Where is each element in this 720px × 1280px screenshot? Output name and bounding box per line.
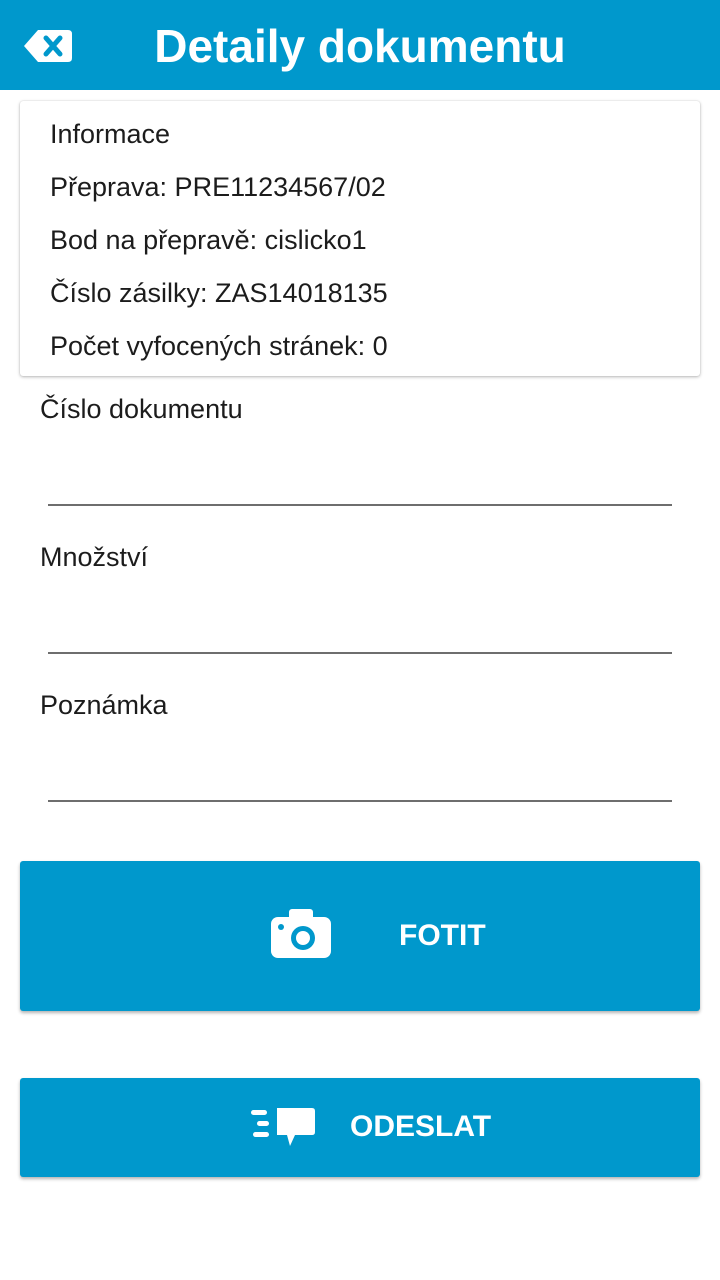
info-heading: Informace [50, 119, 171, 149]
info-photo-count: Počet vyfocených stránek: 0 [50, 331, 388, 361]
back-button[interactable] [22, 28, 74, 64]
quantity-label: Množství [40, 542, 149, 572]
document-number-input[interactable] [48, 454, 672, 506]
note-label: Poznámka [40, 690, 168, 720]
info-shipment-number: Číslo zásilky: ZAS14018135 [50, 278, 388, 308]
note-input[interactable] [48, 750, 672, 802]
info-card: Informace Přeprava: PRE11234567/02 Bod n… [20, 101, 700, 376]
backspace-close-icon [24, 30, 72, 62]
photo-button-label: FOTIT [399, 919, 486, 952]
page-title: Detaily dokumentu [154, 20, 566, 72]
info-transport: Přeprava: PRE11234567/02 [50, 172, 386, 202]
send-button[interactable]: ODESLAT [20, 1078, 700, 1177]
quantity-input[interactable] [48, 602, 672, 654]
send-message-icon [251, 1108, 315, 1146]
info-transport-point: Bod na přepravě: cislicko1 [50, 225, 367, 255]
document-number-label: Číslo dokumentu [40, 394, 243, 424]
send-button-label: ODESLAT [350, 1110, 492, 1143]
app-header: Detaily dokumentu [0, 0, 720, 90]
camera-icon [271, 909, 331, 958]
photo-button[interactable]: FOTIT [20, 861, 700, 1011]
